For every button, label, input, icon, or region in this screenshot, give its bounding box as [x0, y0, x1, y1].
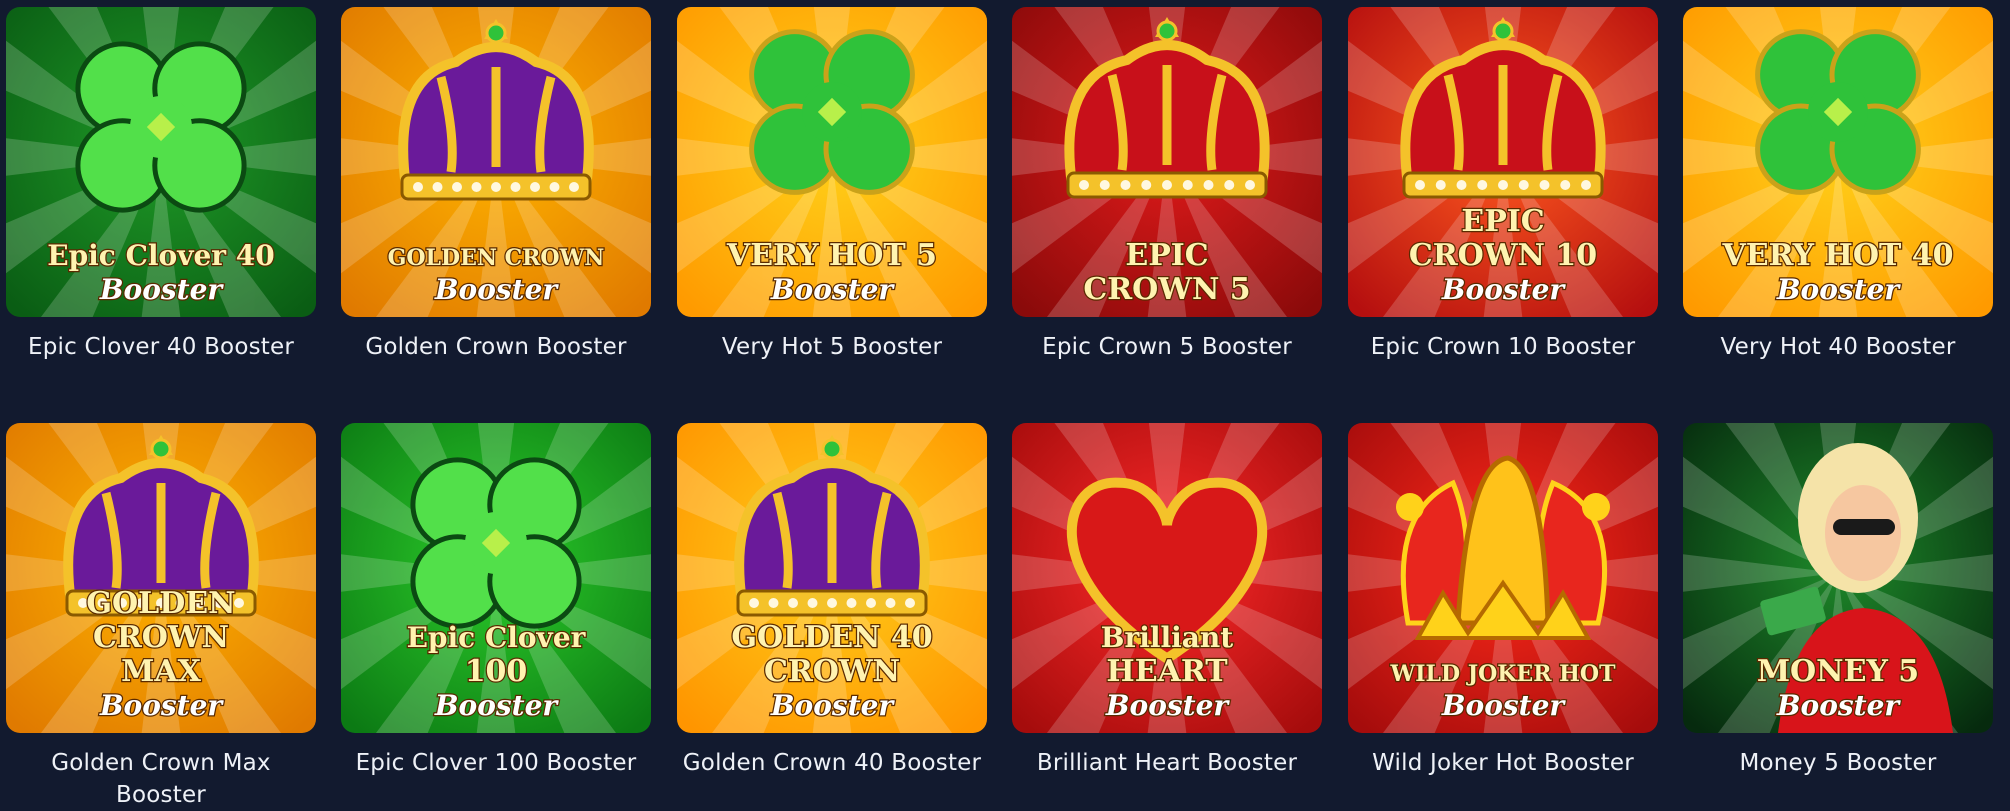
- logo-text: Booster: [770, 689, 896, 722]
- logo-text: VERY HOT 5: [726, 238, 937, 273]
- game-art: EPICCROWN 5: [1012, 7, 1322, 317]
- game-tile[interactable]: GOLDEN CROWN MAX Booster Golden Crown Max B…: [6, 423, 316, 811]
- game-art: Epic Clover 40Booster: [6, 7, 316, 317]
- game-title[interactable]: Brilliant Heart Booster: [1012, 747, 1322, 779]
- logo-text: Brilliant: [1101, 621, 1233, 654]
- logo-text: WILD JOKER HOT: [1390, 661, 1617, 687]
- game-thumbnail[interactable]: GOLDEN 40 CROWN Booster: [677, 423, 987, 733]
- logo-text: EPIC: [1461, 204, 1544, 239]
- game-art: VERY HOT 5Booster: [677, 7, 987, 317]
- logo-text: GOLDEN: [86, 586, 235, 621]
- logo-text: 100: [465, 654, 528, 689]
- clover-icon: [410, 457, 582, 629]
- game-art: EPICCROWN 10Booster: [1348, 7, 1658, 317]
- game-art: GOLDEN CROWNBooster: [341, 7, 651, 317]
- logo-text: Epic Clover 40: [47, 239, 275, 272]
- logo-text: GOLDEN CROWN: [388, 245, 605, 271]
- game-title[interactable]: Epic Clover 100 Booster: [341, 747, 651, 779]
- game-tile[interactable]: EPIC CROWN 10 Booster Epic Crown 10 Booste…: [1348, 7, 1658, 363]
- clover-gold-icon: [1755, 29, 1921, 195]
- game-title[interactable]: Epic Crown 5 Booster: [1012, 331, 1322, 363]
- game-art: GOLDEN 40CROWNBooster: [677, 423, 987, 733]
- clover-gold-icon: [749, 29, 915, 195]
- game-art: BrilliantHEARTBooster: [1012, 423, 1322, 733]
- logo-text: HEART: [1106, 654, 1228, 689]
- logo-text: Booster: [1441, 689, 1567, 722]
- logo-text: VERY HOT 40: [1721, 238, 1953, 273]
- game-thumbnail[interactable]: VERY HOT 40 Booster: [1683, 7, 1993, 317]
- game-thumbnail[interactable]: GOLDEN CROWN Booster: [341, 7, 651, 317]
- game-tile[interactable]: Epic Clover 40 Booster Epic Clover 40 Boo…: [6, 7, 316, 363]
- logo-text: Epic Clover: [407, 621, 587, 654]
- logo-text: Booster: [434, 273, 560, 306]
- logo-text: Booster: [99, 689, 225, 722]
- game-thumbnail[interactable]: Brilliant HEART Booster: [1012, 423, 1322, 733]
- logo-text: Booster: [1105, 689, 1231, 722]
- game-art: WILD JOKER HOTBooster: [1348, 423, 1658, 733]
- logo-text: CROWN 5: [1083, 272, 1250, 307]
- game-grid: Epic Clover 40 Booster Epic Clover 40 Boo…: [0, 0, 2010, 811]
- game-tile[interactable]: WILD JOKER HOT Booster Wild Joker Hot Boo…: [1348, 423, 1658, 779]
- game-title[interactable]: Golden Crown Booster: [341, 331, 651, 363]
- game-thumbnail[interactable]: EPIC CROWN 10 Booster: [1348, 7, 1658, 317]
- game-thumbnail[interactable]: WILD JOKER HOT Booster: [1348, 423, 1658, 733]
- game-art: MONEY 5Booster: [1683, 423, 1993, 733]
- game-tile[interactable]: GOLDEN CROWN Booster Golden Crown Booster: [341, 7, 651, 363]
- game-thumbnail[interactable]: EPIC CROWN 5: [1012, 7, 1322, 317]
- game-title[interactable]: Wild Joker Hot Booster: [1348, 747, 1658, 779]
- game-title[interactable]: Epic Clover 40 Booster: [6, 331, 316, 363]
- game-thumbnail[interactable]: MONEY 5 Booster: [1683, 423, 1993, 733]
- logo-text: Booster: [770, 273, 896, 306]
- game-thumbnail[interactable]: VERY HOT 5 Booster: [677, 7, 987, 317]
- game-art: VERY HOT 40Booster: [1683, 7, 1993, 317]
- logo-text: EPIC: [1125, 238, 1208, 273]
- game-title[interactable]: Golden Crown 40 Booster: [677, 747, 987, 779]
- logo-text: MONEY 5: [1757, 654, 1919, 689]
- game-art: Epic Clover100Booster: [341, 423, 651, 733]
- game-thumbnail[interactable]: Epic Clover 40 Booster: [6, 7, 316, 317]
- logo-text: CROWN: [93, 620, 229, 655]
- game-tile[interactable]: GOLDEN 40 CROWN Booster Golden Crown 40 Bo…: [677, 423, 987, 779]
- game-tile[interactable]: Epic Clover 100 Booster Epic Clover 100 Bo…: [341, 423, 651, 779]
- game-thumbnail[interactable]: Epic Clover 100 Booster: [341, 423, 651, 733]
- game-tile[interactable]: MONEY 5 Booster Money 5 Booster: [1683, 423, 1993, 779]
- game-title[interactable]: Golden Crown Max Booster: [6, 747, 316, 811]
- game-tile[interactable]: EPIC CROWN 5 Epic Crown 5 Booster: [1012, 7, 1322, 363]
- logo-text: Booster: [1441, 273, 1567, 306]
- logo-text: Booster: [99, 273, 225, 306]
- logo-text: CROWN: [764, 654, 900, 689]
- game-tile[interactable]: VERY HOT 40 Booster Very Hot 40 Booster: [1683, 7, 1993, 363]
- game-title[interactable]: Money 5 Booster: [1683, 747, 1993, 779]
- logo-text: GOLDEN 40: [731, 620, 932, 655]
- game-title[interactable]: Very Hot 40 Booster: [1683, 331, 1993, 363]
- logo-text: Booster: [1776, 689, 1902, 722]
- game-tile[interactable]: VERY HOT 5 Booster Very Hot 5 Booster: [677, 7, 987, 363]
- game-title[interactable]: Very Hot 5 Booster: [677, 331, 987, 363]
- logo-text: Booster: [1776, 273, 1902, 306]
- game-title[interactable]: Epic Crown 10 Booster: [1348, 331, 1658, 363]
- clover-icon: [75, 41, 247, 213]
- game-thumbnail[interactable]: GOLDEN CROWN MAX Booster: [6, 423, 316, 733]
- logo-text: MAX: [121, 654, 201, 689]
- game-art: GOLDENCROWNMAXBooster: [6, 423, 316, 733]
- logo-text: Booster: [434, 689, 560, 722]
- game-tile[interactable]: Brilliant HEART Booster Brilliant Heart Bo…: [1012, 423, 1322, 779]
- logo-text: CROWN 10: [1409, 238, 1597, 273]
